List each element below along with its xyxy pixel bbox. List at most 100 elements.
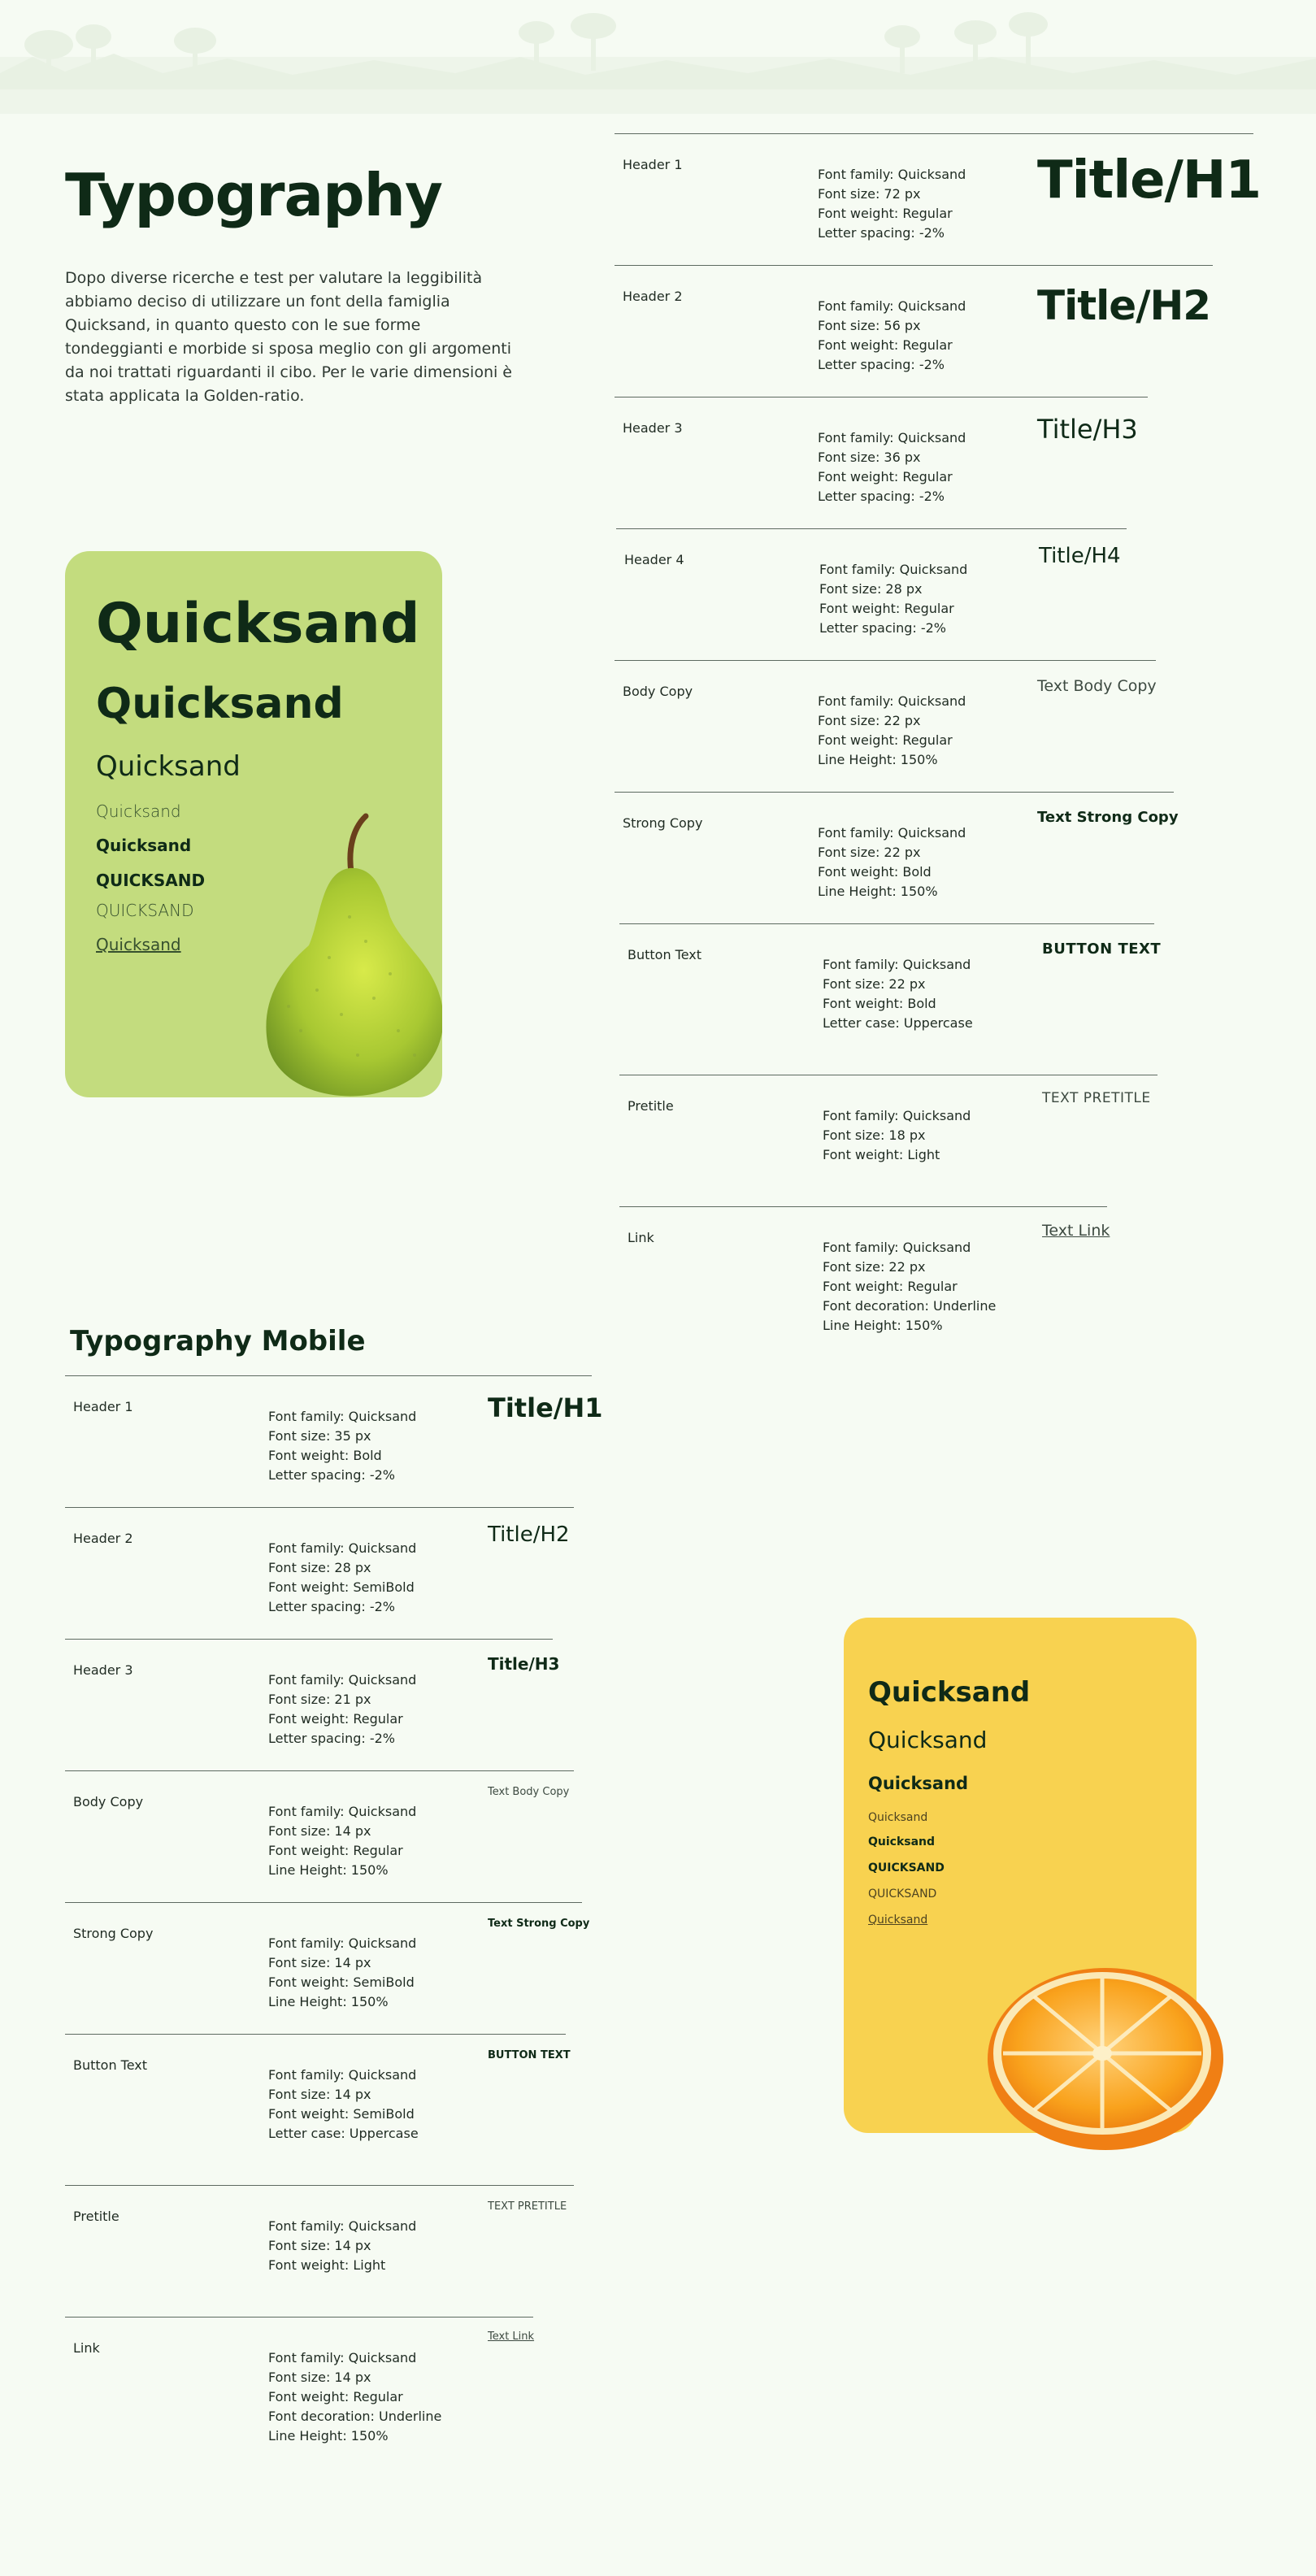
row-specs: Font family: Quicksand Font size: 22 px … bbox=[818, 692, 966, 770]
spec-line: Font size: 56 px bbox=[818, 318, 921, 333]
type-row-link: Link Font family: Quicksand Font size: 2… bbox=[619, 1206, 1110, 1353]
row-sample: BUTTON TEXT bbox=[488, 2049, 571, 2061]
mobile-row-body-copy: Body Copy Font family: Quicksand Font si… bbox=[65, 1770, 574, 1901]
spec-line: Font size: 28 px bbox=[268, 1560, 371, 1575]
spec-line: Font weight: Regular bbox=[818, 469, 953, 484]
page-title: Typography bbox=[65, 161, 443, 229]
decorative-tree-silhouettes bbox=[0, 12, 1316, 114]
spec-line: Font family: Quicksand bbox=[823, 1108, 971, 1123]
card-sample-strong: Quicksand bbox=[96, 836, 192, 855]
card-sample-strong: Quicksand bbox=[868, 1835, 936, 1848]
spec-line: Font size: 14 px bbox=[268, 2238, 371, 2253]
spec-line: Font size: 22 px bbox=[823, 976, 926, 992]
row-label: Button Text bbox=[73, 2057, 148, 2073]
type-row-header-1: Header 1 Font family: Quicksand Font siz… bbox=[615, 133, 1262, 264]
spec-line: Font size: 72 px bbox=[818, 186, 921, 202]
row-specs: Font family: Quicksand Font size: 22 px … bbox=[818, 823, 966, 901]
row-specs: Font family: Quicksand Font size: 22 px … bbox=[823, 955, 973, 1033]
card-sample-link: Quicksand bbox=[868, 1914, 928, 1927]
card-sample-body: Quicksand bbox=[868, 1811, 928, 1824]
row-sample: BUTTON TEXT bbox=[1042, 940, 1162, 958]
card-sample-pretitle: QUICKSAND bbox=[868, 1887, 937, 1901]
row-specs: Font family: Quicksand Font size: 14 px … bbox=[268, 1802, 416, 1880]
row-sample: Text Body Copy bbox=[1037, 677, 1157, 695]
type-row-button-text: Button Text Font family: Quicksand Font … bbox=[619, 923, 1161, 1075]
row-sample: Title/H2 bbox=[1037, 282, 1211, 329]
spec-line: Font weight: SemiBold bbox=[268, 2106, 415, 2122]
mobile-row-header-3: Header 3 Font family: Quicksand Font siz… bbox=[65, 1639, 559, 1770]
spec-line: Font family: Quicksand bbox=[268, 1935, 417, 1951]
spec-line: Letter case: Uppercase bbox=[268, 2126, 419, 2141]
spec-line: Font weight: Regular bbox=[818, 732, 953, 748]
type-row-header-2: Header 2 Font family: Quicksand Font siz… bbox=[615, 265, 1213, 396]
row-label: Header 2 bbox=[73, 1531, 133, 1546]
card-sample-button: QUICKSAND bbox=[868, 1861, 945, 1874]
mobile-row-link: Link Font family: Quicksand Font size: 1… bbox=[65, 2317, 534, 2464]
spec-line: Letter spacing: -2% bbox=[819, 620, 946, 636]
spec-line: Line Height: 150% bbox=[268, 2428, 389, 2444]
spec-line: Font weight: SemiBold bbox=[268, 1974, 415, 1990]
spec-line: Font size: 28 px bbox=[819, 581, 923, 597]
pear-illustration bbox=[266, 813, 442, 1097]
row-specs: Font family: Quicksand Font size: 36 px … bbox=[818, 428, 966, 506]
row-label: Pretitle bbox=[628, 1098, 674, 1114]
spec-line: Font family: Quicksand bbox=[818, 825, 966, 841]
type-row-header-4: Header 4 Font family: Quicksand Font siz… bbox=[616, 528, 1127, 659]
spec-line: Font family: Quicksand bbox=[268, 1409, 417, 1424]
spec-line: Line Height: 150% bbox=[268, 1994, 389, 2009]
spec-line: Font weight: Bold bbox=[268, 1448, 382, 1463]
row-specs: Font family: Quicksand Font size: 56 px … bbox=[818, 297, 966, 375]
spec-line: Font family: Quicksand bbox=[823, 1240, 971, 1255]
spec-line: Font size: 14 px bbox=[268, 1955, 371, 1970]
spec-line: Font weight: Regular bbox=[268, 2389, 403, 2404]
spec-line: Font weight: Regular bbox=[818, 337, 953, 353]
row-label: Header 1 bbox=[623, 157, 683, 172]
card-sample-pretitle: QUICKSAND bbox=[96, 901, 194, 920]
spec-line: Font size: 36 px bbox=[818, 450, 921, 465]
row-label: Strong Copy bbox=[623, 815, 703, 831]
row-label: Header 3 bbox=[73, 1662, 133, 1678]
row-specs: Font family: Quicksand Font size: 14 px … bbox=[268, 2348, 441, 2446]
row-specs: Font family: Quicksand Font size: 21 px … bbox=[268, 1670, 416, 1748]
spec-line: Line Height: 150% bbox=[818, 752, 938, 767]
row-sample: Title/H1 bbox=[488, 1392, 603, 1423]
type-row-header-3: Header 3 Font family: Quicksand Font siz… bbox=[615, 397, 1148, 528]
row-specs: Font family: Quicksand Font size: 14 px … bbox=[268, 2066, 419, 2144]
row-label: Button Text bbox=[628, 947, 702, 962]
spec-line: Font size: 35 px bbox=[268, 1428, 371, 1444]
row-specs: Font family: Quicksand Font size: 28 px … bbox=[268, 1539, 416, 1617]
row-label: Body Copy bbox=[73, 1794, 144, 1809]
row-sample: Title/H4 bbox=[1039, 544, 1121, 568]
row-specs: Font family: Quicksand Font size: 72 px … bbox=[818, 165, 966, 243]
row-sample: TEXT PRETITLE bbox=[488, 2200, 567, 2213]
spec-line: Font weight: Regular bbox=[819, 601, 954, 616]
type-row-strong-copy: Strong Copy Font family: Quicksand Font … bbox=[615, 792, 1179, 923]
spec-line: Font weight: Regular bbox=[268, 1711, 403, 1727]
spec-line: Letter spacing: -2% bbox=[268, 1731, 395, 1746]
spec-line: Font family: Quicksand bbox=[268, 2350, 417, 2365]
row-sample: Text Strong Copy bbox=[488, 1918, 590, 1930]
spec-line: Font decoration: Underline bbox=[823, 1298, 997, 1314]
spec-line: Line Height: 150% bbox=[823, 1318, 943, 1333]
spec-line: Font weight: Bold bbox=[823, 996, 936, 1011]
row-sample: Text Strong Copy bbox=[1037, 809, 1179, 826]
spec-line: Font family: Quicksand bbox=[268, 1540, 417, 1556]
card-sample-h2: Quicksand bbox=[868, 1727, 988, 1753]
spec-line: Font weight: Bold bbox=[818, 864, 932, 880]
spec-line: Letter spacing: -2% bbox=[818, 489, 945, 504]
card-sample-h1: Quicksand bbox=[868, 1676, 1031, 1709]
row-specs: Font family: Quicksand Font size: 14 px … bbox=[268, 1934, 416, 2012]
spec-line: Letter case: Uppercase bbox=[823, 1015, 973, 1031]
row-specs: Font family: Quicksand Font size: 35 px … bbox=[268, 1407, 416, 1485]
spec-line: Line Height: 150% bbox=[268, 1862, 389, 1878]
spec-line: Font family: Quicksand bbox=[818, 430, 966, 445]
spec-line: Font size: 18 px bbox=[823, 1127, 926, 1143]
spec-line: Line Height: 150% bbox=[818, 884, 938, 899]
spec-line: Font family: Quicksand bbox=[818, 693, 966, 709]
spec-line: Font family: Quicksand bbox=[819, 562, 968, 577]
orange-slice-illustration bbox=[988, 1968, 1223, 2150]
spec-line: Font weight: Regular bbox=[823, 1279, 958, 1294]
row-sample: Title/H3 bbox=[1037, 414, 1138, 445]
spec-line: Font weight: Light bbox=[268, 2257, 386, 2273]
spec-line: Font family: Quicksand bbox=[818, 167, 966, 182]
